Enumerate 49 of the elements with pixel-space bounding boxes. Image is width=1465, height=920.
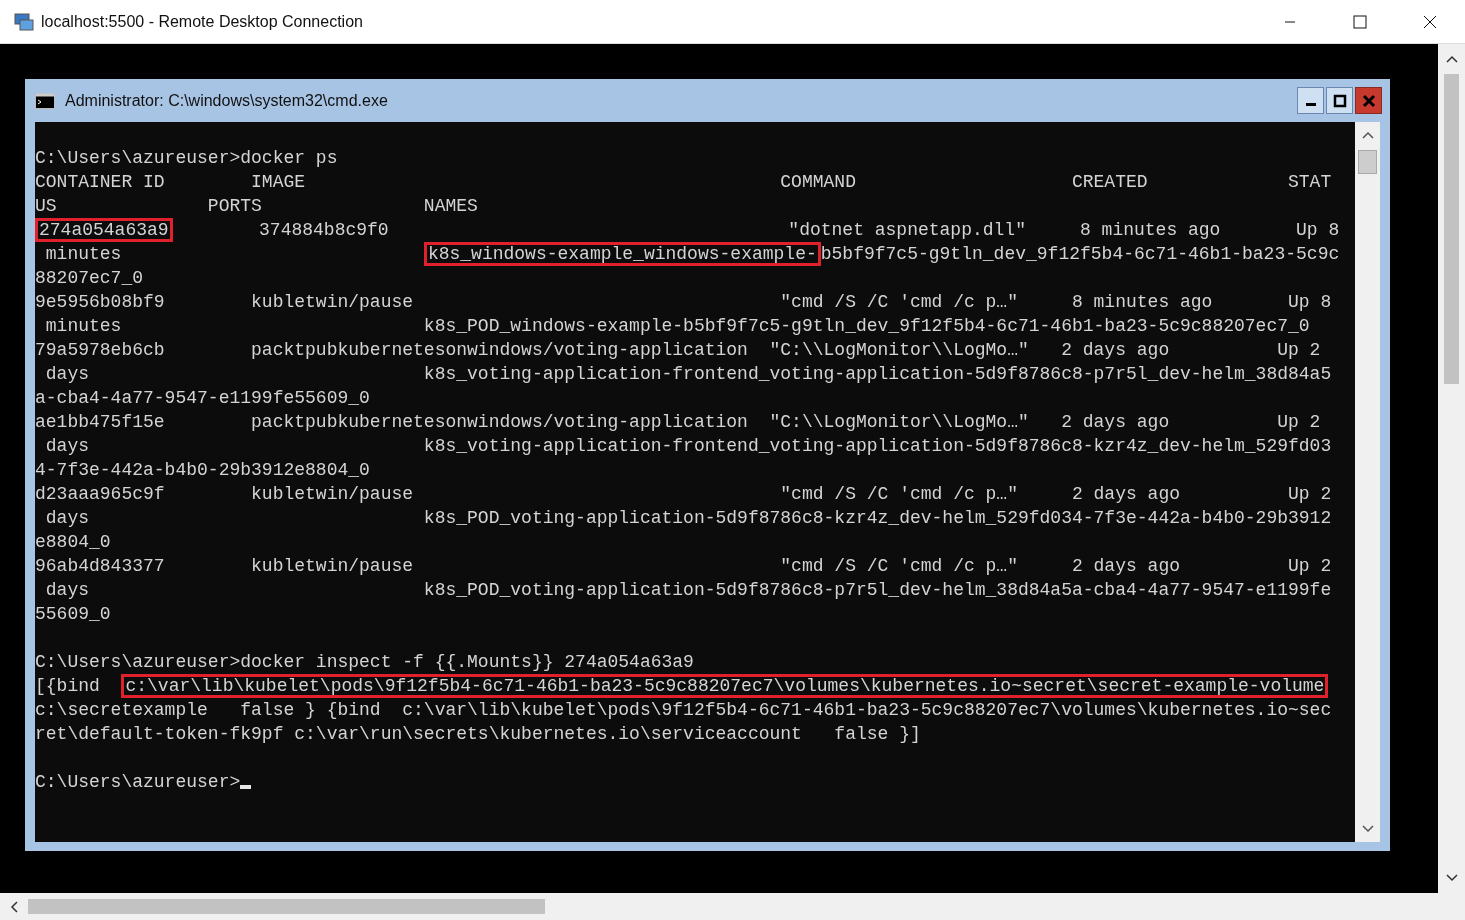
console-text: 55609_0: [35, 604, 111, 624]
chevron-left-icon: [10, 900, 18, 913]
console-text: 79a5978eb6cb packtpubkubernetesonwindows/voting-application "C:\\LogMonitor\\LogMo…" 2 days ago Up 2: [35, 340, 1321, 360]
console-text: C:\Users\azureuser>docker inspect -f {{.Mounts}} 274a054a63a9: [35, 652, 694, 672]
chevron-up-icon: [1445, 55, 1458, 63]
console-icon: [35, 92, 55, 109]
highlighted-text: k8s_windows-example_windows-example-: [423, 242, 821, 266]
close-button[interactable]: [1355, 87, 1382, 114]
console-text: 96ab4d843377 kubletwin/pause "cmd /S /C 'cmd /c p…" 2 days ago Up 2: [35, 556, 1332, 576]
console-text: [{bind: [35, 676, 101, 696]
chevron-up-icon: [1361, 131, 1374, 139]
console-text: e8804_0: [35, 532, 111, 552]
close-icon: [1361, 93, 1376, 108]
console-text: d23aaa965c9f kubletwin/pause "cmd /S /C 'cmd /c p…" 2 days ago Up 2: [35, 484, 1332, 504]
console-text: 374884b8c9f0 "dotnet aspnetapp.dll" 8 minutes ago Up 8: [258, 220, 1340, 240]
console-text: a-cba4-4a77-9547-e1199fe55609_0: [35, 388, 370, 408]
console-text: days k8s_POD_voting-application-5d9f8786c8-p7r5l_dev-helm_38d84a5a-cba4-4a77-9547-e1199fe: [44, 580, 1332, 600]
console-text: 88207ec7_0: [35, 268, 144, 288]
scrollbar-thumb[interactable]: [1358, 150, 1377, 174]
console-text: C:\Users\azureuser>: [35, 772, 241, 792]
console-text: 4-7f3e-442a-b4b0-29b3912e8804_0: [35, 460, 370, 480]
window-title: localhost:5500 - Remote Desktop Connection: [41, 12, 363, 31]
maximize-icon: [1332, 93, 1347, 108]
scrollbar-thumb[interactable]: [1444, 74, 1459, 384]
remote-desktop-icon: [14, 11, 34, 32]
console-text: CONTAINER ID IMAGE COMMAND CREATED STAT: [35, 172, 1332, 192]
minimize-button[interactable]: [1297, 87, 1324, 114]
console-text: days k8s_voting-application-frontend_voting-application-5d9f8786c8-kzr4z_dev-helm_529fd03: [44, 436, 1332, 456]
console-text: C:\Users\azureuser>docker ps: [35, 148, 338, 168]
maximize-button[interactable]: [1326, 87, 1353, 114]
maximize-icon: [1353, 14, 1367, 29]
console-text: days k8s_voting-application-frontend_voting-application-5d9f8786c8-p7r5l_dev-helm_38d84a5: [44, 364, 1332, 384]
highlighted-text: 274a054a63a9: [35, 218, 173, 242]
chevron-down-icon: [1445, 874, 1458, 882]
chevron-down-icon: [1361, 825, 1374, 833]
minimize-icon: [1305, 102, 1316, 106]
console-text: minutes: [44, 244, 123, 264]
console-title: Administrator: C:\windows\system32\cmd.exe: [65, 91, 388, 110]
console-text: minutes k8s_POD_windows-example-b5bf9f7c5-g9tln_dev_9f12f5b4-6c71-46b1-ba23-5c9c88207ec7_0: [44, 316, 1310, 336]
console-text: ae1bb475f15e packtpubkubernetesonwindows/voting-application "C:\\LogMonitor\\LogMo…" 2 days ago Up 2: [35, 412, 1321, 432]
console-text: days k8s_POD_voting-application-5d9f8786c8-kzr4z_dev-helm_529fd034-7f3e-442a-b4b0-29b3912: [44, 508, 1332, 528]
close-icon: [1423, 14, 1437, 29]
console-text: US PORTS NAMES: [35, 196, 478, 216]
scrollbar-thumb[interactable]: [28, 899, 545, 914]
console-text: ret\default-token-fk9pf c:\var\run\secrets\kubernetes.io\serviceaccount false }]: [35, 724, 921, 744]
highlighted-text: c:\var\lib\kubelet\pods\9f12f5b4-6c71-46b1-ba23-5c9c88207ec7\volumes\kubernetes.io~secret\secret-example-volume: [121, 674, 1329, 698]
console-text: b5bf9f7c5-g9tln_dev_9f12f5b4-6c71-46b1-ba23-5c9c: [820, 244, 1340, 264]
console-text: 9e5956b08bf9 kubletwin/pause "cmd /S /C 'cmd /c p…" 8 minutes ago Up 8: [35, 292, 1332, 312]
console-text: c:\secretexample false } {bind c:\var\lib\kubelet\pods\9f12f5b4-6c71-46b1-ba23-5c9c88207ec7\volumes\kubernetes.io~sec: [35, 700, 1332, 720]
